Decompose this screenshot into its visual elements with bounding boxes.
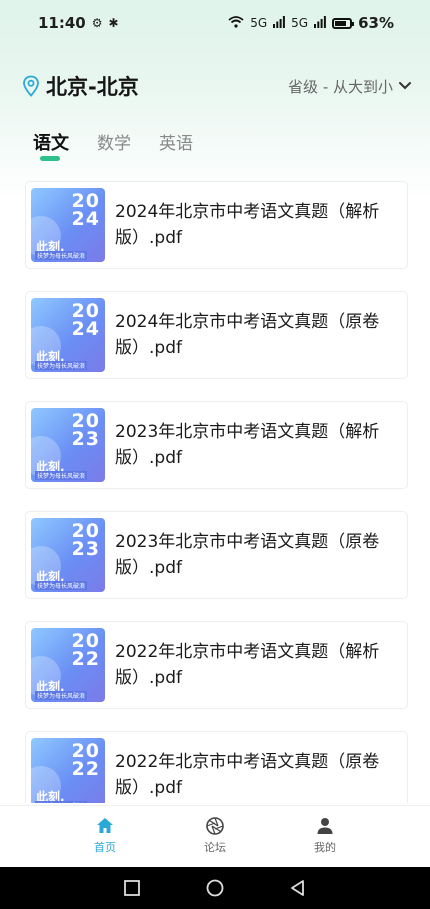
battery-icon [332,17,355,29]
thumb-year-bottom: 23 [71,428,100,450]
gear-notification-icon: ⚙ [91,16,103,30]
thumb-tagline: 扶梦为母长风破浪 [35,251,88,260]
file-thumbnail: 20 23 此刻. 扶梦为母长风破浪 [31,408,105,482]
file-thumbnail: 20 24 此刻. 扶梦为母长风破浪 [31,298,105,372]
location-pin-icon [23,75,39,97]
file-title: 2022年北京市中考语文真题（原卷版）.pdf [115,752,380,798]
file-thumbnail: 20 22 此刻. 扶梦为母长风破浪 [31,738,105,803]
header: 北京-北京 省级 - 从大到小 [0,66,430,106]
thumb-year-bottom: 24 [71,208,100,230]
signal-bars-icon [273,15,286,31]
file-card[interactable]: 20 23 此刻. 扶梦为母长风破浪 2023年北京市中考语文真题（原卷版）.p… [25,511,408,599]
file-card[interactable]: 20 24 此刻. 扶梦为母长风破浪 2024年北京市中考语文真题（原卷版）.p… [25,291,408,379]
signal-label-2: 5G [291,16,309,30]
bluetooth-icon: ✱ [108,16,119,30]
nav-forum[interactable]: 论坛 [185,816,245,867]
chevron-down-icon [399,82,411,90]
thumb-tagline: 扶梦为母长风破浪 [35,801,88,803]
aperture-icon [206,817,224,835]
thumb-tagline: 扶梦为母长风破浪 [35,691,88,700]
file-title: 2023年北京市中考语文真题（解析版）.pdf [115,422,380,468]
wifi-icon [228,15,244,31]
thumb-year-bottom: 22 [71,758,100,780]
thumb-year-bottom: 23 [71,538,100,560]
signal-label-1: 5G [250,16,268,30]
recents-square-icon[interactable] [121,877,143,899]
tab-chinese[interactable]: 语文 [33,129,69,161]
nav-home-label: 首页 [94,841,116,854]
file-thumbnail: 20 22 此刻. 扶梦为母长风破浪 [31,628,105,702]
thumb-tagline: 扶梦为母长风破浪 [35,471,88,480]
thumb-year-bottom: 24 [71,318,100,340]
system-navigation-bar [0,867,430,909]
file-title: 2022年北京市中考语文真题（解析版）.pdf [115,642,380,688]
file-list[interactable]: 20 24 此刻. 扶梦为母长风破浪 2024年北京市中考语文真题（解析版）.p… [25,181,408,803]
sort-label: 省级 - 从大到小 [288,77,393,96]
thumb-tagline: 扶梦为母长风破浪 [35,581,88,590]
file-card[interactable]: 20 23 此刻. 扶梦为母长风破浪 2023年北京市中考语文真题（解析版）.p… [25,401,408,489]
status-time: 11:40 [38,14,86,32]
status-bar: 11:40 ⚙ ✱ 5G 5G 63% [0,0,430,46]
file-card[interactable]: 20 24 此刻. 扶梦为母长风破浪 2024年北京市中考语文真题（解析版）.p… [25,181,408,269]
tab-math[interactable]: 数学 [97,129,131,154]
file-title: 2023年北京市中考语文真题（原卷版）.pdf [115,532,380,578]
person-icon [317,818,333,834]
tab-english[interactable]: 英语 [159,129,193,154]
file-card[interactable]: 20 22 此刻. 扶梦为母长风破浪 2022年北京市中考语文真题（解析版）.p… [25,621,408,709]
file-title: 2024年北京市中考语文真题（原卷版）.pdf [115,312,380,358]
location-selector[interactable]: 北京-北京 [22,71,139,101]
signal-bars-icon [314,15,326,31]
sort-dropdown[interactable]: 省级 - 从大到小 [288,76,412,97]
thumb-year-bottom: 22 [71,648,100,670]
nav-home[interactable]: 首页 [75,816,135,867]
location-label: 北京-北京 [46,75,139,99]
file-thumbnail: 20 24 此刻. 扶梦为母长风破浪 [31,188,105,262]
nav-profile-label: 我的 [314,841,336,854]
nav-forum-label: 论坛 [204,841,226,854]
subject-tabs: 语文 数学 英语 [0,129,430,169]
file-title: 2024年北京市中考语文真题（解析版）.pdf [115,202,380,248]
file-card[interactable]: 20 22 此刻. 扶梦为母长风破浪 2022年北京市中考语文真题（原卷版）.p… [25,731,408,803]
battery-percent: 63% [358,14,394,32]
home-icon [97,818,113,833]
back-triangle-icon[interactable] [287,877,309,899]
thumb-tagline: 扶梦为母长风破浪 [35,361,88,370]
home-circle-icon[interactable] [204,877,226,899]
nav-profile[interactable]: 我的 [295,816,355,867]
file-thumbnail: 20 23 此刻. 扶梦为母长风破浪 [31,518,105,592]
bottom-nav: 首页 论坛 我的 [0,805,430,867]
